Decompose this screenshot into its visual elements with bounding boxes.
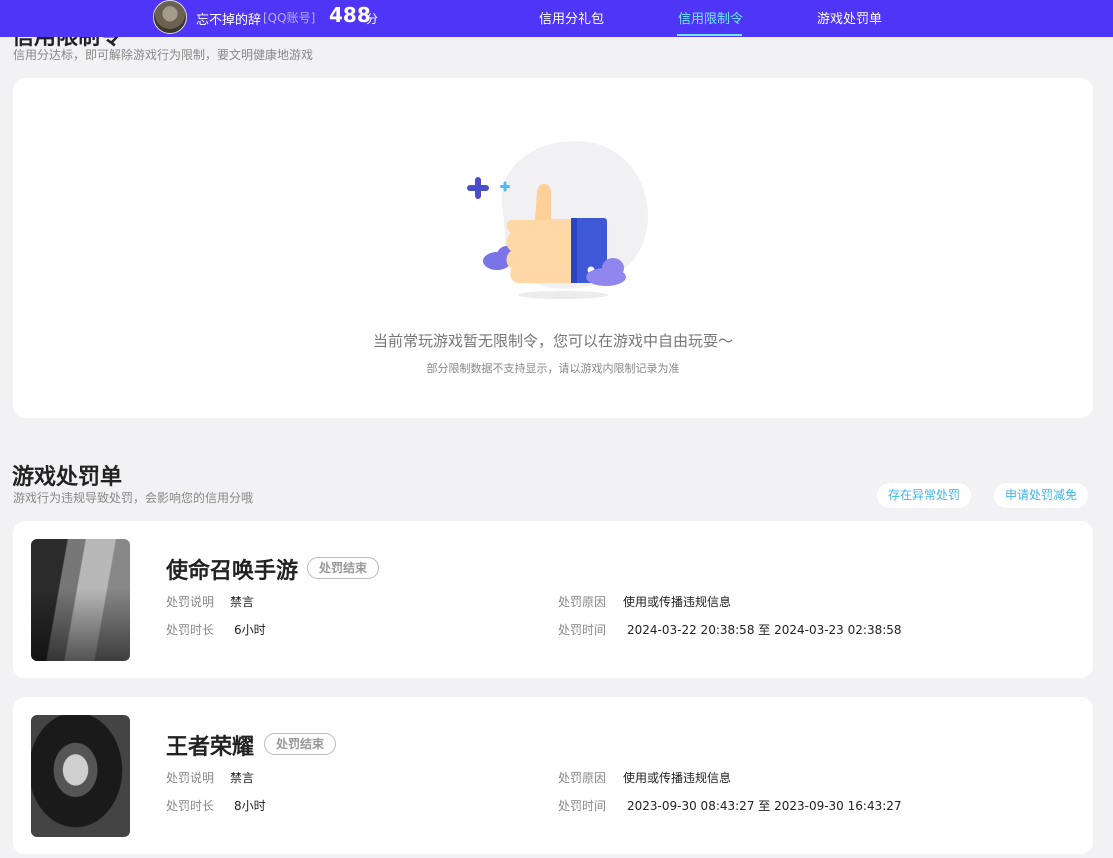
empty-state-note: 部分限制数据不支持显示，请以游戏内限制记录为准	[426, 362, 680, 375]
penalty-desc-value: 禁言	[230, 595, 255, 609]
account-type: [QQ账号]	[263, 11, 316, 25]
game-thumbnail	[31, 715, 130, 837]
restriction-section-subtitle: 信用分达标，即可解除游戏行为限制，要文明健康地游戏	[13, 48, 314, 62]
tab-credit-gift[interactable]: 信用分礼包	[539, 8, 604, 27]
penalty-reason-value: 使用或传播违规信息	[623, 771, 732, 785]
penalty-time-value: 2023-09-30 08:43:27 至 2023-09-30 16:43:2…	[627, 799, 902, 813]
penalty-card: 使命召唤手游 处罚结束 处罚说明 禁言 处罚时长 6小时 处罚原因 使用或传播违…	[13, 521, 1093, 678]
game-name: 使命召唤手游	[166, 559, 299, 584]
top-nav-bar: 忘不掉的辞 [QQ账号] 488 分 信用分礼包 信用限制令 游戏处罚单	[0, 0, 1113, 37]
penalty-desc-label: 处罚说明	[166, 771, 215, 785]
penalty-desc-value: 禁言	[230, 771, 255, 785]
active-tab-indicator	[677, 34, 742, 36]
tab-game-penalty[interactable]: 游戏处罚单	[817, 8, 882, 27]
penalty-desc-label: 处罚说明	[166, 595, 215, 609]
status-badge: 处罚结束	[264, 733, 337, 755]
penalty-duration-label: 处罚时长	[166, 799, 215, 813]
appeal-penalty-button[interactable]: 申请处罚减免	[994, 483, 1089, 508]
penalty-reason-label: 处罚原因	[558, 771, 607, 785]
game-thumbnail	[31, 539, 130, 661]
username: 忘不掉的辞	[196, 13, 262, 28]
tab-credit-restriction[interactable]: 信用限制令	[678, 8, 743, 27]
credit-score-unit: 分	[366, 12, 379, 26]
thumbs-up-icon	[467, 141, 648, 299]
penalty-card: 王者荣耀 处罚结束 处罚说明 禁言 处罚时长 8小时 处罚原因 使用或传播违规信…	[13, 697, 1093, 854]
penalty-time-value: 2024-03-22 20:38:58 至 2024-03-23 02:38:5…	[627, 623, 902, 637]
penalty-duration-label: 处罚时长	[166, 623, 215, 637]
penalty-section-title: 游戏处罚单	[12, 465, 123, 490]
status-badge: 处罚结束	[307, 557, 380, 579]
empty-state-message: 当前常玩游戏暂无限制令，您可以在游戏中自由玩耍～	[372, 332, 733, 350]
restriction-empty-card: 当前常玩游戏暂无限制令，您可以在游戏中自由玩耍～ 部分限制数据不支持显示，请以游…	[13, 78, 1093, 418]
penalty-reason-value: 使用或传播违规信息	[623, 595, 732, 609]
penalty-time-label: 处罚时间	[558, 799, 607, 813]
penalty-time-label: 处罚时间	[558, 623, 607, 637]
penalty-duration-value: 6小时	[234, 623, 266, 637]
credit-score: 488	[329, 3, 371, 27]
penalty-section-subtitle: 游戏行为违规导致处罚，会影响您的信用分哦	[13, 491, 254, 505]
penalty-reason-label: 处罚原因	[558, 595, 607, 609]
avatar[interactable]	[153, 0, 187, 34]
abnormal-penalty-button[interactable]: 存在异常处罚	[877, 483, 972, 508]
game-name: 王者荣耀	[166, 735, 255, 760]
penalty-duration-value: 8小时	[234, 799, 266, 813]
